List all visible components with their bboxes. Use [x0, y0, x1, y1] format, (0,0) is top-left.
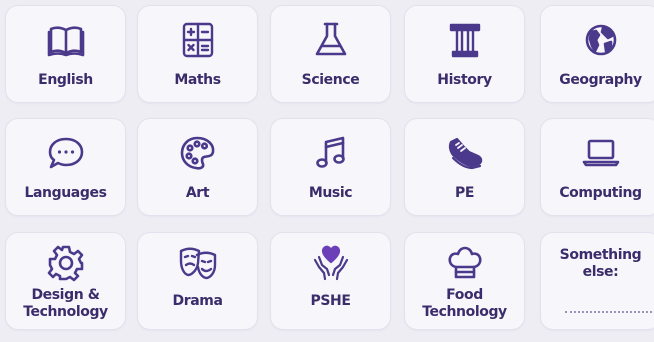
subject-tile-english[interactable]: English — [6, 6, 125, 102]
column-icon — [445, 20, 485, 60]
subject-label: Science — [301, 72, 360, 88]
globe-icon — [581, 20, 621, 60]
subject-tile-drama[interactable]: Drama — [138, 233, 257, 329]
subject-tile-geography[interactable]: Geography — [541, 6, 654, 102]
subject-tile-food-technology[interactable]: Food Technology — [405, 233, 524, 329]
subject-tile-design-technology[interactable]: Design & Technology — [6, 233, 125, 329]
flask-icon — [311, 20, 351, 60]
subject-label: English — [38, 72, 93, 88]
chef-hat-icon — [445, 243, 485, 283]
subject-label: History — [437, 72, 492, 88]
book-icon — [46, 20, 86, 60]
subject-label: Maths — [174, 72, 221, 88]
subject-tile-music[interactable]: Music — [271, 119, 390, 215]
theatre-masks-icon — [178, 243, 218, 283]
trainer-icon — [445, 133, 485, 173]
subject-label: PE — [454, 185, 475, 201]
hands-heart-icon — [311, 243, 351, 283]
subject-tile-maths[interactable]: Maths — [138, 6, 257, 102]
laptop-icon — [581, 133, 621, 173]
subject-label: Computing — [559, 185, 642, 201]
subject-label: Art — [185, 185, 210, 201]
subject-tile-art[interactable]: Art — [138, 119, 257, 215]
subject-label: Design & Technology — [23, 287, 108, 320]
subject-tile-pshe[interactable]: PSHE — [271, 233, 390, 329]
subject-label: Drama — [172, 293, 223, 309]
subject-tile-languages[interactable]: Languages — [6, 119, 125, 215]
gear-icon — [46, 243, 86, 283]
calculator-icon — [178, 20, 218, 60]
speech-bubble-icon — [46, 133, 86, 173]
write-in-line[interactable] — [565, 311, 654, 313]
subject-label: PSHE — [310, 293, 351, 309]
subject-tile-pe[interactable]: PE — [405, 119, 524, 215]
subject-label: Geography — [559, 72, 642, 88]
subject-tile-something-else[interactable]: Something else: — [541, 233, 654, 329]
subject-tile-computing[interactable]: Computing — [541, 119, 654, 215]
music-note-icon — [311, 133, 351, 173]
subject-label: Music — [308, 185, 353, 201]
subject-label: Food Technology — [422, 287, 507, 320]
subject-tile-science[interactable]: Science — [271, 6, 390, 102]
something-else-label: Something else: — [559, 247, 642, 280]
subject-label: Languages — [24, 185, 107, 201]
subject-grid: English Maths Science History Geography … — [0, 0, 654, 342]
palette-icon — [178, 133, 218, 173]
subject-tile-history[interactable]: History — [405, 6, 524, 102]
